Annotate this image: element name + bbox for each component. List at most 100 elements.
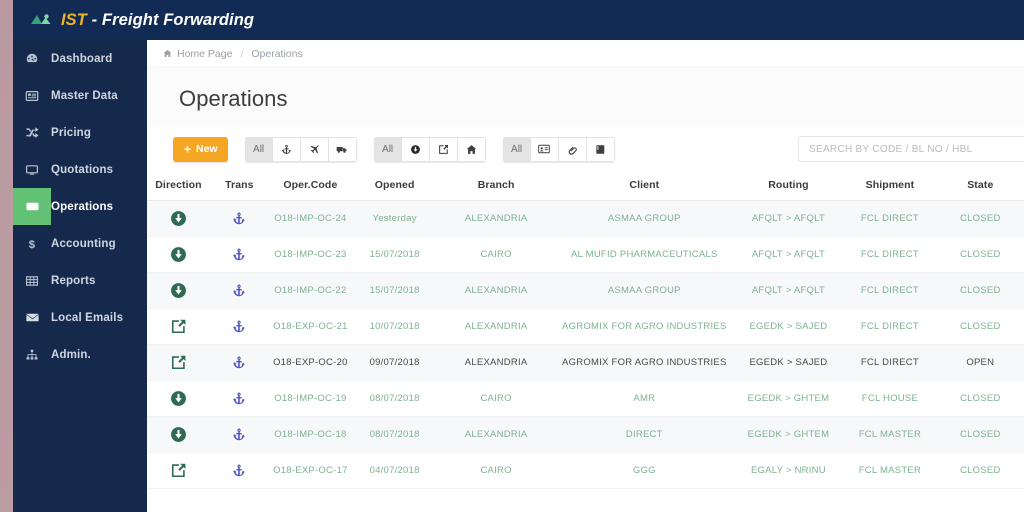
filter-transport-all[interactable]: All	[244, 136, 273, 162]
anchor-icon	[233, 464, 246, 477]
sidebar-item-label: Operations	[51, 200, 114, 213]
cell-shipment: FCL MASTER	[843, 416, 937, 453]
plane-icon	[310, 144, 319, 153]
cell-direction	[147, 272, 210, 309]
sidebar-item-operations[interactable]: Operations	[13, 188, 147, 225]
filter-direction-export[interactable]	[429, 136, 458, 162]
column-header-shipment[interactable]: Shipment	[843, 172, 937, 201]
sidebar-nav: Dashboard Master Data Pricing Quotations	[13, 40, 147, 512]
cell-opercode[interactable]: O18-EXP-OC-21	[268, 308, 352, 345]
sidebar-item-admin[interactable]: Admin.	[13, 336, 147, 373]
cell-opercode[interactable]: O18-EXP-OC-20	[268, 344, 352, 381]
import-circle-icon	[410, 144, 420, 154]
cell-state: CLOSED	[936, 272, 1024, 309]
cell-shipment: FCL DIRECT	[843, 200, 937, 237]
filter-direction-domestic[interactable]	[457, 136, 486, 162]
envelope-icon	[13, 310, 51, 325]
sidebar-item-label: Dashboard	[51, 52, 113, 65]
column-header-opened[interactable]: Opened	[352, 172, 438, 201]
database-icon	[13, 89, 51, 103]
table-row[interactable]: O18-EXP-OC-17 04/07/2018 CAIRO GGG EGALY > N…	[147, 452, 1024, 489]
brand-suffix: - Freight Forwarding	[86, 10, 255, 29]
cell-opercode[interactable]: O18-IMP-OC-22	[268, 272, 352, 309]
filter-document-book[interactable]	[586, 136, 615, 162]
sidebar-item-master-data[interactable]: Master Data	[13, 77, 147, 114]
table-row[interactable]: O18-IMP-OC-22 15/07/2018 ALEXANDRIA ASMAA G…	[147, 272, 1024, 309]
sidebar-item-dashboard[interactable]: Dashboard	[13, 40, 147, 77]
cell-opercode[interactable]: O18-IMP-OC-23	[268, 236, 352, 273]
sidebar-item-pricing[interactable]: Pricing	[13, 114, 147, 151]
cell-opercode[interactable]: O18-IMP-OC-18	[268, 416, 352, 453]
column-header-client[interactable]: Client	[554, 172, 734, 201]
operations-table: Direction Trans Oper.Code Opened Branch …	[147, 172, 1024, 489]
column-header-state[interactable]: State	[936, 172, 1024, 201]
cell-trans	[209, 308, 269, 345]
cell-direction	[147, 308, 210, 345]
direction-filter-group: All	[373, 136, 486, 162]
table-row[interactable]: O18-EXP-OC-21 10/07/2018 ALEXANDRIA AGROMIX…	[147, 308, 1024, 345]
sidebar-item-label: Reports	[51, 274, 96, 287]
cell-branch: ALEXANDRIA	[437, 344, 555, 381]
breadcrumb-home[interactable]: Home Page	[177, 48, 232, 60]
search-input[interactable]	[798, 136, 1024, 162]
filter-direction-import[interactable]	[401, 136, 430, 162]
filter-direction-all[interactable]: All	[373, 136, 402, 162]
sidebar-item-quotations[interactable]: Quotations	[13, 151, 147, 188]
column-header-branch[interactable]: Branch	[437, 172, 555, 201]
export-out-icon	[171, 463, 186, 478]
cell-state: CLOSED	[936, 200, 1024, 237]
page-header: Operations	[147, 68, 1024, 126]
cell-opercode[interactable]: O18-IMP-OC-19	[268, 380, 352, 417]
cell-routing: EGEDK > SAJED	[733, 308, 844, 345]
cell-trans	[209, 344, 269, 381]
sidebar-item-reports[interactable]: Reports	[13, 262, 147, 299]
cell-direction	[147, 380, 210, 417]
sidebar-item-local-emails[interactable]: Local Emails	[13, 299, 147, 336]
cell-routing: AFQLT > AFQLT	[733, 272, 844, 309]
cell-state: CLOSED	[936, 308, 1024, 345]
table-row[interactable]: O18-IMP-OC-24 Yesterday ALEXANDRIA ASMAA GR…	[147, 200, 1024, 237]
column-header-direction[interactable]: Direction	[147, 172, 210, 201]
filter-document-all[interactable]: All	[502, 136, 531, 162]
filter-document-card[interactable]	[530, 136, 559, 162]
transport-mode-filter-group: All	[244, 136, 357, 162]
cell-state: CLOSED	[936, 380, 1024, 417]
column-header-trans[interactable]: Trans	[209, 172, 269, 201]
anchor-icon	[233, 248, 246, 261]
cell-branch: ALEXANDRIA	[437, 416, 555, 453]
cell-shipment: FCL DIRECT	[843, 344, 937, 381]
cell-branch: ALEXANDRIA	[437, 308, 555, 345]
filter-document-link[interactable]	[558, 136, 587, 162]
cell-opened: 09/07/2018	[352, 344, 438, 381]
brand-logo[interactable]: IST - Freight Forwarding	[13, 11, 254, 30]
shuffle-icon	[13, 125, 51, 140]
anchor-icon	[233, 392, 246, 405]
new-button-label: New	[196, 143, 218, 155]
table-row[interactable]: O18-EXP-OC-20 09/07/2018 ALEXANDRIA AGROMIX…	[147, 344, 1024, 381]
table-row[interactable]: O18-IMP-OC-19 08/07/2018 CAIRO AMR EGEDK > G…	[147, 380, 1024, 417]
sidebar-item-accounting[interactable]: $ Accounting	[13, 225, 147, 262]
cell-opercode[interactable]: O18-EXP-OC-17	[268, 452, 352, 489]
column-header-routing[interactable]: Routing	[733, 172, 844, 201]
cell-direction	[147, 236, 210, 273]
cell-routing: EGEDK > GHTEM	[733, 416, 844, 453]
cell-opercode[interactable]: O18-IMP-OC-24	[268, 200, 352, 237]
table-row[interactable]: O18-IMP-OC-18 08/07/2018 ALEXANDRIA DIRECT E…	[147, 416, 1024, 453]
anchor-icon	[281, 144, 291, 154]
table-row[interactable]: O18-IMP-OC-23 15/07/2018 CAIRO AL MUFID PHA…	[147, 236, 1024, 273]
cell-direction	[147, 452, 210, 489]
breadcrumb-current: Operations	[251, 47, 303, 60]
home-icon	[163, 49, 172, 58]
filter-transport-sea[interactable]	[272, 136, 301, 162]
new-button[interactable]: New	[173, 136, 228, 162]
cell-branch: ALEXANDRIA	[437, 200, 555, 237]
document-filter-group: All	[502, 136, 615, 162]
sidebar-item-label: Quotations	[51, 163, 114, 176]
cell-client: GGG	[554, 452, 734, 489]
column-header-opercode[interactable]: Oper.Code	[268, 172, 352, 201]
cell-client: ASMAA GROUP	[554, 200, 734, 237]
filter-transport-land[interactable]	[328, 136, 357, 162]
filter-transport-air[interactable]	[300, 136, 329, 162]
cell-opened: 15/07/2018	[352, 272, 438, 309]
mountain-logo-icon	[31, 14, 51, 24]
